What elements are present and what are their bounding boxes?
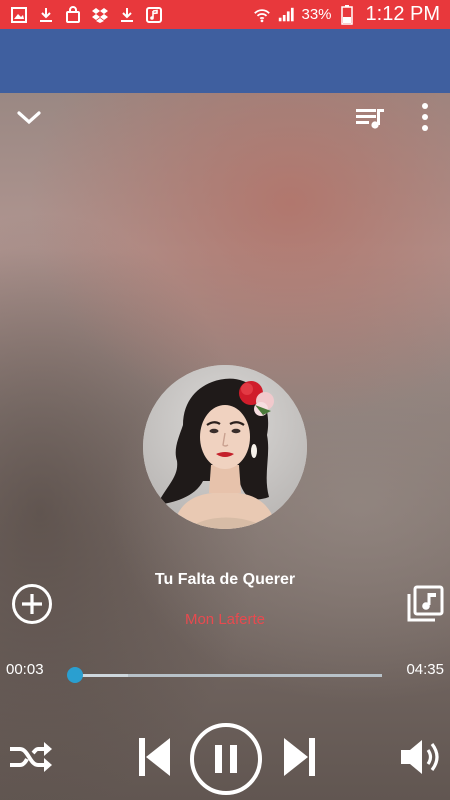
download-icon	[118, 6, 136, 24]
music-note-icon	[145, 6, 163, 24]
previous-button[interactable]	[134, 733, 174, 781]
total-time: 04:35	[406, 661, 444, 678]
elapsed-time: 00:03	[6, 661, 44, 678]
download-icon	[37, 6, 55, 24]
shopping-bag-icon	[64, 5, 82, 24]
wifi-icon	[253, 6, 271, 24]
album-art	[143, 365, 307, 529]
pause-button[interactable]	[189, 722, 263, 796]
track-title: Tu Falta de Querer	[154, 571, 296, 588]
queue-button[interactable]	[350, 101, 390, 133]
notification-icons	[0, 5, 163, 24]
system-status: 33% 1:12 PM	[253, 0, 440, 29]
clock: 1:12 PM	[365, 3, 440, 25]
pause-icon	[190, 723, 262, 795]
track-artist: Mon Laferte	[184, 611, 266, 628]
dropbox-icon	[91, 6, 109, 24]
gallery-icon	[10, 6, 28, 24]
app-bar	[0, 29, 450, 93]
volume-icon	[401, 740, 439, 774]
shuffle-icon	[10, 742, 52, 772]
now-playing-panel: Tu Falta de Querer Mon Laferte 00:03 04:…	[0, 93, 450, 800]
artist-portrait	[143, 365, 307, 529]
collapse-player-button[interactable]	[12, 103, 46, 133]
shuffle-button[interactable]	[4, 735, 56, 779]
battery-icon	[338, 4, 356, 25]
signal-icon	[277, 6, 295, 24]
more-vert-icon	[422, 103, 428, 131]
battery-percent: 33%	[301, 6, 332, 23]
status-bar: 33% 1:12 PM	[0, 0, 450, 29]
playlist-icon	[356, 109, 384, 129]
seek-thumb[interactable]	[67, 667, 84, 683]
skip-previous-icon	[139, 738, 170, 776]
more-options-button[interactable]	[410, 99, 440, 135]
skip-next-icon	[284, 738, 315, 776]
chevron-down-icon	[17, 111, 41, 125]
volume-button[interactable]	[396, 735, 448, 779]
seek-bar[interactable]	[67, 667, 382, 683]
next-button[interactable]	[280, 733, 320, 781]
